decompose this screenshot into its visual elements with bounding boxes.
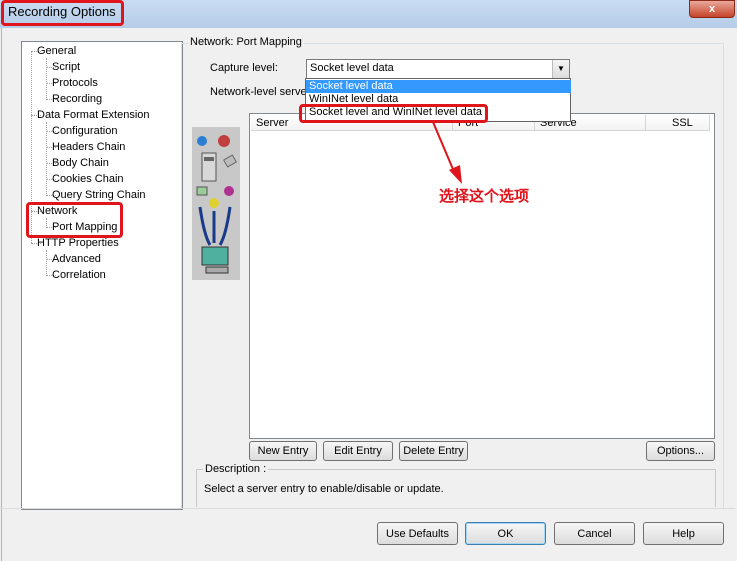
footer-separator bbox=[0, 508, 735, 509]
edit-entry-button[interactable]: Edit Entry bbox=[323, 441, 393, 461]
tree-item-headers-chain[interactable]: Headers Chain bbox=[52, 140, 125, 154]
capture-level-value: Socket level data bbox=[310, 62, 394, 74]
tree-item-script[interactable]: Script bbox=[52, 60, 80, 74]
cancel-button[interactable]: Cancel bbox=[554, 522, 635, 545]
tree-item-cookies-chain[interactable]: Cookies Chain bbox=[52, 172, 124, 186]
network-diagram-icon bbox=[196, 135, 238, 274]
new-entry-button[interactable]: New Entry bbox=[249, 441, 317, 461]
ok-button[interactable]: OK bbox=[465, 522, 546, 545]
highlight-title bbox=[1, 0, 124, 26]
option-socket-level[interactable]: Socket level data bbox=[306, 80, 571, 93]
tree-item-data-format-extension[interactable]: Data Format Extension bbox=[37, 108, 150, 122]
help-button[interactable]: Help bbox=[643, 522, 724, 545]
tree-item-protocols[interactable]: Protocols bbox=[52, 76, 98, 90]
description-label: Description : bbox=[203, 463, 269, 475]
tree-item-general[interactable]: General bbox=[37, 44, 76, 58]
close-button[interactable]: x bbox=[689, 0, 735, 18]
use-defaults-button[interactable]: Use Defaults bbox=[377, 522, 458, 545]
tree-item-body-chain[interactable]: Body Chain bbox=[52, 156, 109, 170]
tree-item-configuration[interactable]: Configuration bbox=[52, 124, 117, 138]
arrow-icon bbox=[432, 121, 462, 184]
capture-level-select[interactable]: Socket level data ▼ bbox=[306, 59, 570, 79]
capture-level-label: Capture level: bbox=[210, 62, 278, 74]
tree-item-recording[interactable]: Recording bbox=[52, 92, 102, 106]
options-button[interactable]: Options... bbox=[646, 441, 715, 461]
network-level-server-label: Network-level server bbox=[210, 86, 311, 98]
options-tree[interactable]: General Script Protocols Recording Data … bbox=[21, 41, 183, 510]
tree-connector bbox=[46, 122, 47, 194]
chevron-down-icon[interactable]: ▼ bbox=[552, 60, 569, 78]
group-title: Network: Port Mapping bbox=[188, 36, 304, 48]
tree-item-query-string-chain[interactable]: Query String Chain bbox=[52, 188, 146, 202]
column-header-ssl[interactable]: SSL bbox=[646, 115, 710, 131]
tree-item-advanced[interactable]: Advanced bbox=[52, 252, 101, 266]
tree-connector bbox=[46, 58, 47, 98]
network-diagram-image bbox=[192, 127, 240, 280]
delete-entry-button[interactable]: Delete Entry bbox=[399, 441, 468, 461]
description-text: Select a server entry to enable/disable … bbox=[204, 483, 444, 495]
annotation-text: 选择这个选项 bbox=[439, 187, 530, 205]
highlight-port-mapping bbox=[26, 202, 123, 238]
tree-connector bbox=[46, 250, 47, 274]
tree-item-http-properties[interactable]: HTTP Properties bbox=[37, 236, 119, 250]
server-list[interactable]: Server Port Service SSL bbox=[249, 113, 715, 439]
tree-item-correlation[interactable]: Correlation bbox=[52, 268, 106, 282]
